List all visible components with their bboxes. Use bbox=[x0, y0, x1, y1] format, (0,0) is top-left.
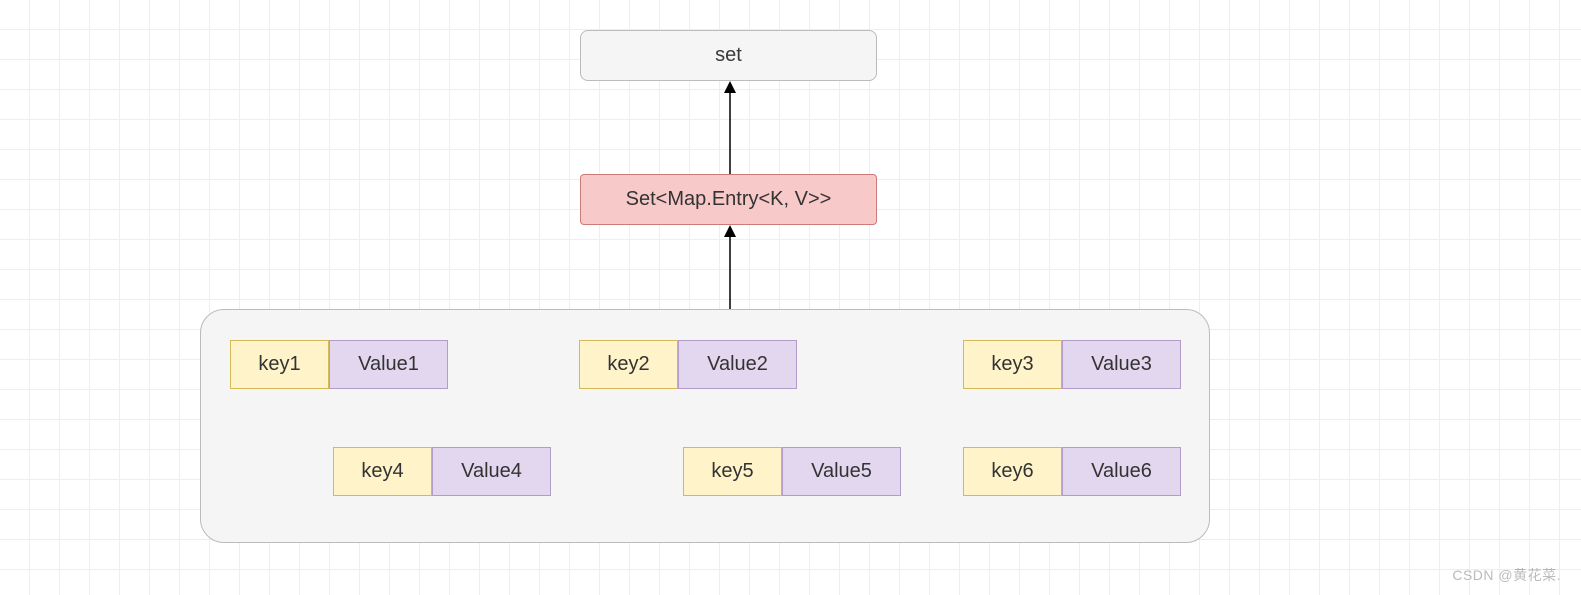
entry-value: Value6 bbox=[1062, 447, 1181, 496]
arrow-type-to-set bbox=[720, 81, 740, 174]
entry-value-label: Value1 bbox=[358, 353, 419, 376]
entry-key: key6 bbox=[963, 447, 1062, 496]
entry-key-label: key6 bbox=[991, 460, 1033, 483]
entry-type-node: Set<Map.Entry<K, V>> bbox=[580, 174, 877, 225]
entry-value-label: Value5 bbox=[811, 460, 872, 483]
entry-key-label: key1 bbox=[258, 353, 300, 376]
watermark: CSDN @黄花菜. bbox=[1452, 565, 1561, 585]
entry-key-label: key2 bbox=[607, 353, 649, 376]
entry-key-label: key4 bbox=[361, 460, 403, 483]
set-node-label: set bbox=[715, 44, 742, 67]
entry-value-label: Value3 bbox=[1091, 353, 1152, 376]
entry-key-label: key3 bbox=[991, 353, 1033, 376]
entry-key-label: key5 bbox=[711, 460, 753, 483]
set-node: set bbox=[580, 30, 877, 81]
entry-key: key4 bbox=[333, 447, 432, 496]
entry-value-label: Value6 bbox=[1091, 460, 1152, 483]
entry-value: Value5 bbox=[782, 447, 901, 496]
diagram-canvas: set Set<Map.Entry<K, V>> key1 Value1 key… bbox=[0, 0, 1581, 595]
entry-key: key1 bbox=[230, 340, 329, 389]
entry-value: Value2 bbox=[678, 340, 797, 389]
entry-value-label: Value4 bbox=[461, 460, 522, 483]
entry-value-label: Value2 bbox=[707, 353, 768, 376]
entry-key: key5 bbox=[683, 447, 782, 496]
entry-type-label: Set<Map.Entry<K, V>> bbox=[626, 188, 832, 211]
entry-key: key2 bbox=[579, 340, 678, 389]
arrow-container-to-type bbox=[720, 225, 740, 309]
entry-value: Value4 bbox=[432, 447, 551, 496]
entry-key: key3 bbox=[963, 340, 1062, 389]
entry-value: Value3 bbox=[1062, 340, 1181, 389]
entry-value: Value1 bbox=[329, 340, 448, 389]
